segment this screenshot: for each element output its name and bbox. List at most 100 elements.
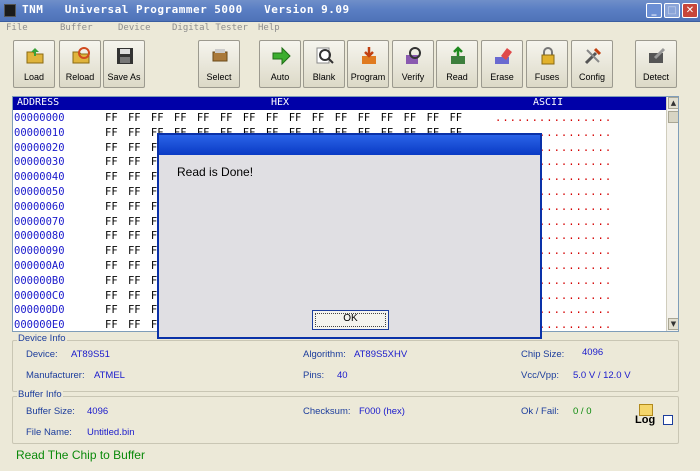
save-as-label: Save As xyxy=(107,72,141,82)
config-label: Config xyxy=(578,72,605,82)
save-as-button[interactable]: Save As xyxy=(103,40,145,88)
erase-label: Erase xyxy=(490,72,514,82)
ok-button[interactable]: OK xyxy=(312,310,389,330)
menu-buffer[interactable]: Buffer xyxy=(60,23,93,33)
menu-digital-tester[interactable]: Digital Tester xyxy=(172,23,248,33)
algorithm-value: AT89S5XHV xyxy=(354,349,408,360)
hex-row[interactable]: 00000000 FF FF FF FF FF FF FF FF FF FF FF… xyxy=(13,111,666,126)
window-title: TNM Universal Programmer 5000 Version 9.… xyxy=(22,3,350,16)
load-label: Load xyxy=(23,72,45,82)
log-button[interactable]: Log xyxy=(634,404,660,432)
device-label: Device: xyxy=(26,349,58,360)
address-cell: 00000090 xyxy=(14,245,65,258)
detect-label: Detect xyxy=(642,72,669,82)
vcc-vpp-label: Vcc/Vpp: xyxy=(521,370,560,381)
blank-button[interactable]: Blank xyxy=(303,40,345,88)
auto-label: Auto xyxy=(270,72,290,82)
config-button[interactable]: Config xyxy=(571,40,613,88)
fuses-button[interactable]: Fuses xyxy=(526,40,568,88)
program-label: Program xyxy=(350,72,386,82)
read-button[interactable]: Read xyxy=(436,40,478,88)
title-bar: TNM Universal Programmer 5000 Version 9.… xyxy=(0,0,700,22)
manufacturer-label: Manufacturer: xyxy=(26,370,85,381)
buffer-size-value: 4096 xyxy=(87,406,109,417)
hex-cell: FF FF FF FF FF FF FF FF FF FF FF FF FF F… xyxy=(105,112,463,124)
pins-label: Pins: xyxy=(303,370,325,381)
address-cell: 00000010 xyxy=(14,126,65,139)
floppy-disk-icon xyxy=(117,48,133,64)
app-icon xyxy=(4,4,16,17)
menu-bar: File Buffer Device Digital Tester Help xyxy=(0,22,700,36)
scroll-up-arrow-icon[interactable]: ▲ xyxy=(668,97,678,109)
erase-button[interactable]: Erase xyxy=(481,40,523,88)
vertical-scrollbar[interactable]: ▲ ▼ xyxy=(666,97,678,331)
verify-button[interactable]: Verify xyxy=(392,40,434,88)
select-label: Select xyxy=(206,72,232,82)
maximize-button[interactable]: □ xyxy=(664,3,680,18)
algorithm-label: Algorithm: xyxy=(303,349,346,360)
address-header: ADDRESS xyxy=(17,97,60,108)
address-cell: 00000040 xyxy=(14,171,65,184)
address-cell: 000000A0 xyxy=(14,259,65,272)
message-dialog: Read is Done! OK xyxy=(157,133,542,339)
dialog-title-bar[interactable] xyxy=(159,135,540,155)
detect-button[interactable]: Detect xyxy=(635,40,677,88)
read-label: Read xyxy=(446,72,468,82)
load-button[interactable]: Load xyxy=(13,40,55,88)
magnifier-icon xyxy=(316,47,334,64)
scroll-thumb[interactable] xyxy=(668,111,678,123)
ok-fail-value: 0 / 0 xyxy=(573,406,592,417)
scroll-down-arrow-icon[interactable]: ▼ xyxy=(668,318,678,330)
eraser-icon xyxy=(495,48,512,64)
menu-file[interactable]: File xyxy=(6,23,28,33)
device-info-title: Device Info xyxy=(17,333,67,344)
address-cell: 000000E0 xyxy=(14,319,65,332)
toolbar: Load Reload Save As Select Auto Blank Pr… xyxy=(0,36,700,92)
minimize-button[interactable]: _ xyxy=(646,3,662,18)
select-button[interactable]: Select xyxy=(198,40,240,88)
status-text: Read The Chip to Buffer xyxy=(16,448,145,462)
tools-icon xyxy=(584,47,602,65)
chip-size-value: 4096 xyxy=(582,347,604,358)
program-button[interactable]: Program xyxy=(347,40,389,88)
fuses-label: Fuses xyxy=(534,72,560,82)
checksum-label: Checksum: xyxy=(303,406,351,417)
verify-label: Verify xyxy=(401,72,425,82)
address-cell: 000000B0 xyxy=(14,274,65,287)
device-info-group: Device Info xyxy=(12,333,679,392)
log-label: Log xyxy=(635,414,656,426)
select-chip-icon xyxy=(212,49,228,62)
ascii-cell: ................ xyxy=(495,112,613,124)
auto-button[interactable]: Auto xyxy=(259,40,301,88)
address-cell: 00000060 xyxy=(14,200,65,213)
reload-label: Reload xyxy=(65,72,95,82)
address-cell: 00000070 xyxy=(14,215,65,228)
reload-button[interactable]: Reload xyxy=(59,40,101,88)
ok-focus-ring xyxy=(315,313,386,327)
address-cell: 000000C0 xyxy=(14,289,65,302)
ok-fail-label: Ok / Fail: xyxy=(521,406,560,417)
reload-icon xyxy=(72,47,90,64)
device-value: AT89S51 xyxy=(71,349,110,360)
close-button[interactable]: ✕ xyxy=(682,3,698,18)
log-checkbox[interactable] xyxy=(663,415,673,425)
file-name-value: Untitled.bin xyxy=(87,427,135,438)
green-arrow-icon xyxy=(272,46,291,66)
lock-icon xyxy=(541,47,555,65)
manufacturer-value: ATMEL xyxy=(94,370,125,381)
read-icon xyxy=(451,46,465,64)
pins-value: 40 xyxy=(337,370,348,381)
load-folder-icon xyxy=(26,48,44,64)
blank-label: Blank xyxy=(312,72,336,82)
menu-device[interactable]: Device xyxy=(118,23,151,33)
menu-help[interactable]: Help xyxy=(258,23,280,33)
file-name-label: File Name: xyxy=(26,427,72,438)
address-cell: 00000080 xyxy=(14,230,65,243)
buffer-info-title: Buffer Info xyxy=(17,389,63,400)
hex-header: ADDRESS HEX ASCII xyxy=(13,97,666,110)
verify-icon xyxy=(406,47,421,64)
address-cell: 00000020 xyxy=(14,141,65,154)
checksum-value: F000 (hex) xyxy=(359,406,405,417)
hex-header-label: HEX xyxy=(271,97,290,108)
address-cell: 000000D0 xyxy=(14,304,65,317)
